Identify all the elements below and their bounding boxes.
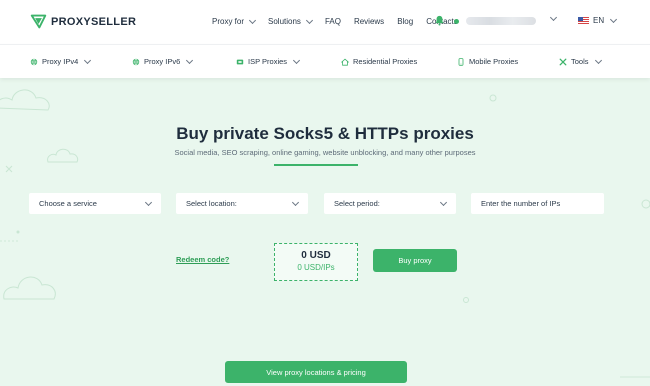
chevron-down-icon — [291, 198, 300, 206]
line-decoration-icon — [620, 376, 650, 378]
price-per-ip: 0 USD/IPs — [297, 263, 335, 272]
chevron-down-icon — [186, 56, 194, 64]
cross-decoration-icon — [5, 165, 13, 173]
service-select[interactable]: Choose a service — [29, 193, 161, 214]
house-icon — [341, 58, 349, 66]
chevron-down-icon — [439, 198, 448, 206]
ip-count-input[interactable] — [481, 199, 594, 208]
page-title: Buy private Socks5 & HTTPs proxies — [176, 124, 474, 143]
us-flag-icon — [578, 16, 589, 25]
page-subtitle: Social media, SEO scraping, online gamin… — [174, 148, 476, 157]
subnav-proxy-ipv4[interactable]: Proxy IPv4 — [30, 56, 92, 66]
view-locations-pricing-button[interactable]: View proxy locations & pricing — [225, 361, 407, 383]
period-select-value: Select period: — [334, 199, 380, 208]
chevron-down-icon — [84, 56, 92, 64]
subnav-label: Tools — [571, 57, 589, 66]
dot-decoration-icon — [16, 230, 20, 234]
top-header: PROXYSELLER Proxy for Solutions FAQ Revi… — [0, 0, 650, 44]
hero-section: Buy private Socks5 & HTTPs proxies Socia… — [0, 78, 650, 386]
nav-faq[interactable]: FAQ — [325, 17, 341, 26]
circle-decoration-icon — [641, 199, 650, 209]
logo[interactable]: PROXYSELLER — [30, 13, 136, 30]
subnav-mobile-proxies[interactable]: Mobile Proxies — [457, 57, 518, 66]
subnav-tools[interactable]: Tools — [559, 56, 602, 66]
brand-name: PROXYSELLER — [51, 15, 137, 28]
cloud-decoration-icon — [0, 89, 50, 111]
nav-label: Solutions — [268, 17, 301, 26]
user-account-blurred[interactable] — [466, 17, 536, 25]
chevron-down-icon — [305, 16, 313, 24]
nav-label: FAQ — [324, 17, 341, 26]
globe-icon — [132, 58, 140, 65]
language-code: EN — [593, 16, 605, 25]
title-underline — [274, 164, 358, 166]
nav-reviews[interactable]: Reviews — [354, 17, 384, 26]
subnav-label: Proxy IPv6 — [144, 57, 181, 66]
product-nav: Proxy IPv4 Proxy IPv6 ISP Proxies Reside… — [0, 44, 650, 78]
redeem-code-link[interactable]: Redeem code? — [176, 255, 229, 264]
location-select-value: Select location: — [186, 199, 237, 208]
nav-label: Proxy for — [212, 17, 245, 26]
chevron-down-icon — [594, 56, 602, 64]
period-select[interactable]: Select period: — [324, 193, 456, 214]
language-selector[interactable]: EN — [578, 15, 618, 25]
circle-decoration-icon — [463, 297, 469, 303]
chevron-down-icon[interactable] — [549, 13, 558, 22]
nav-blog[interactable]: Blog — [397, 17, 413, 26]
line-decoration-icon — [0, 240, 18, 242]
buy-proxy-button[interactable]: Buy proxy — [373, 249, 457, 272]
bell-icon[interactable] — [434, 15, 445, 26]
nav-label: Reviews — [353, 17, 385, 26]
subnav-label: Proxy IPv4 — [42, 57, 79, 66]
chevron-down-icon — [248, 16, 257, 24]
location-select[interactable]: Select location: — [176, 193, 308, 214]
ip-count-field[interactable] — [471, 193, 604, 214]
user-status-dot — [454, 19, 459, 24]
isp-icon — [236, 59, 244, 64]
price-summary: 0 USD 0 USD/IPs — [274, 243, 358, 281]
chevron-down-icon — [610, 15, 618, 23]
phone-icon — [458, 57, 464, 66]
circle-decoration-icon — [489, 94, 497, 102]
nav-proxy-for[interactable]: Proxy for — [212, 16, 257, 26]
logo-icon — [30, 14, 47, 29]
subnav-proxy-ipv6[interactable]: Proxy IPv6 — [132, 56, 194, 66]
price-total: 0 USD — [301, 250, 331, 261]
globe-icon — [30, 58, 38, 65]
chevron-down-icon — [144, 198, 153, 206]
subnav-residential-proxies[interactable]: Residential Proxies — [341, 57, 417, 66]
service-select-value: Choose a service — [39, 199, 97, 208]
subnav-label: Mobile Proxies — [469, 57, 519, 66]
subnav-isp-proxies[interactable]: ISP Proxies — [236, 56, 301, 66]
cloud-decoration-icon — [3, 276, 56, 300]
nav-label: Blog — [397, 17, 414, 26]
tools-icon — [559, 58, 567, 65]
chevron-down-icon — [293, 56, 301, 64]
subnav-label: Residential Proxies — [353, 57, 418, 66]
subnav-label: ISP Proxies — [248, 57, 288, 66]
nav-solutions[interactable]: Solutions — [268, 16, 313, 26]
main-nav: Proxy for Solutions FAQ Reviews Blog Con… — [212, 16, 471, 26]
